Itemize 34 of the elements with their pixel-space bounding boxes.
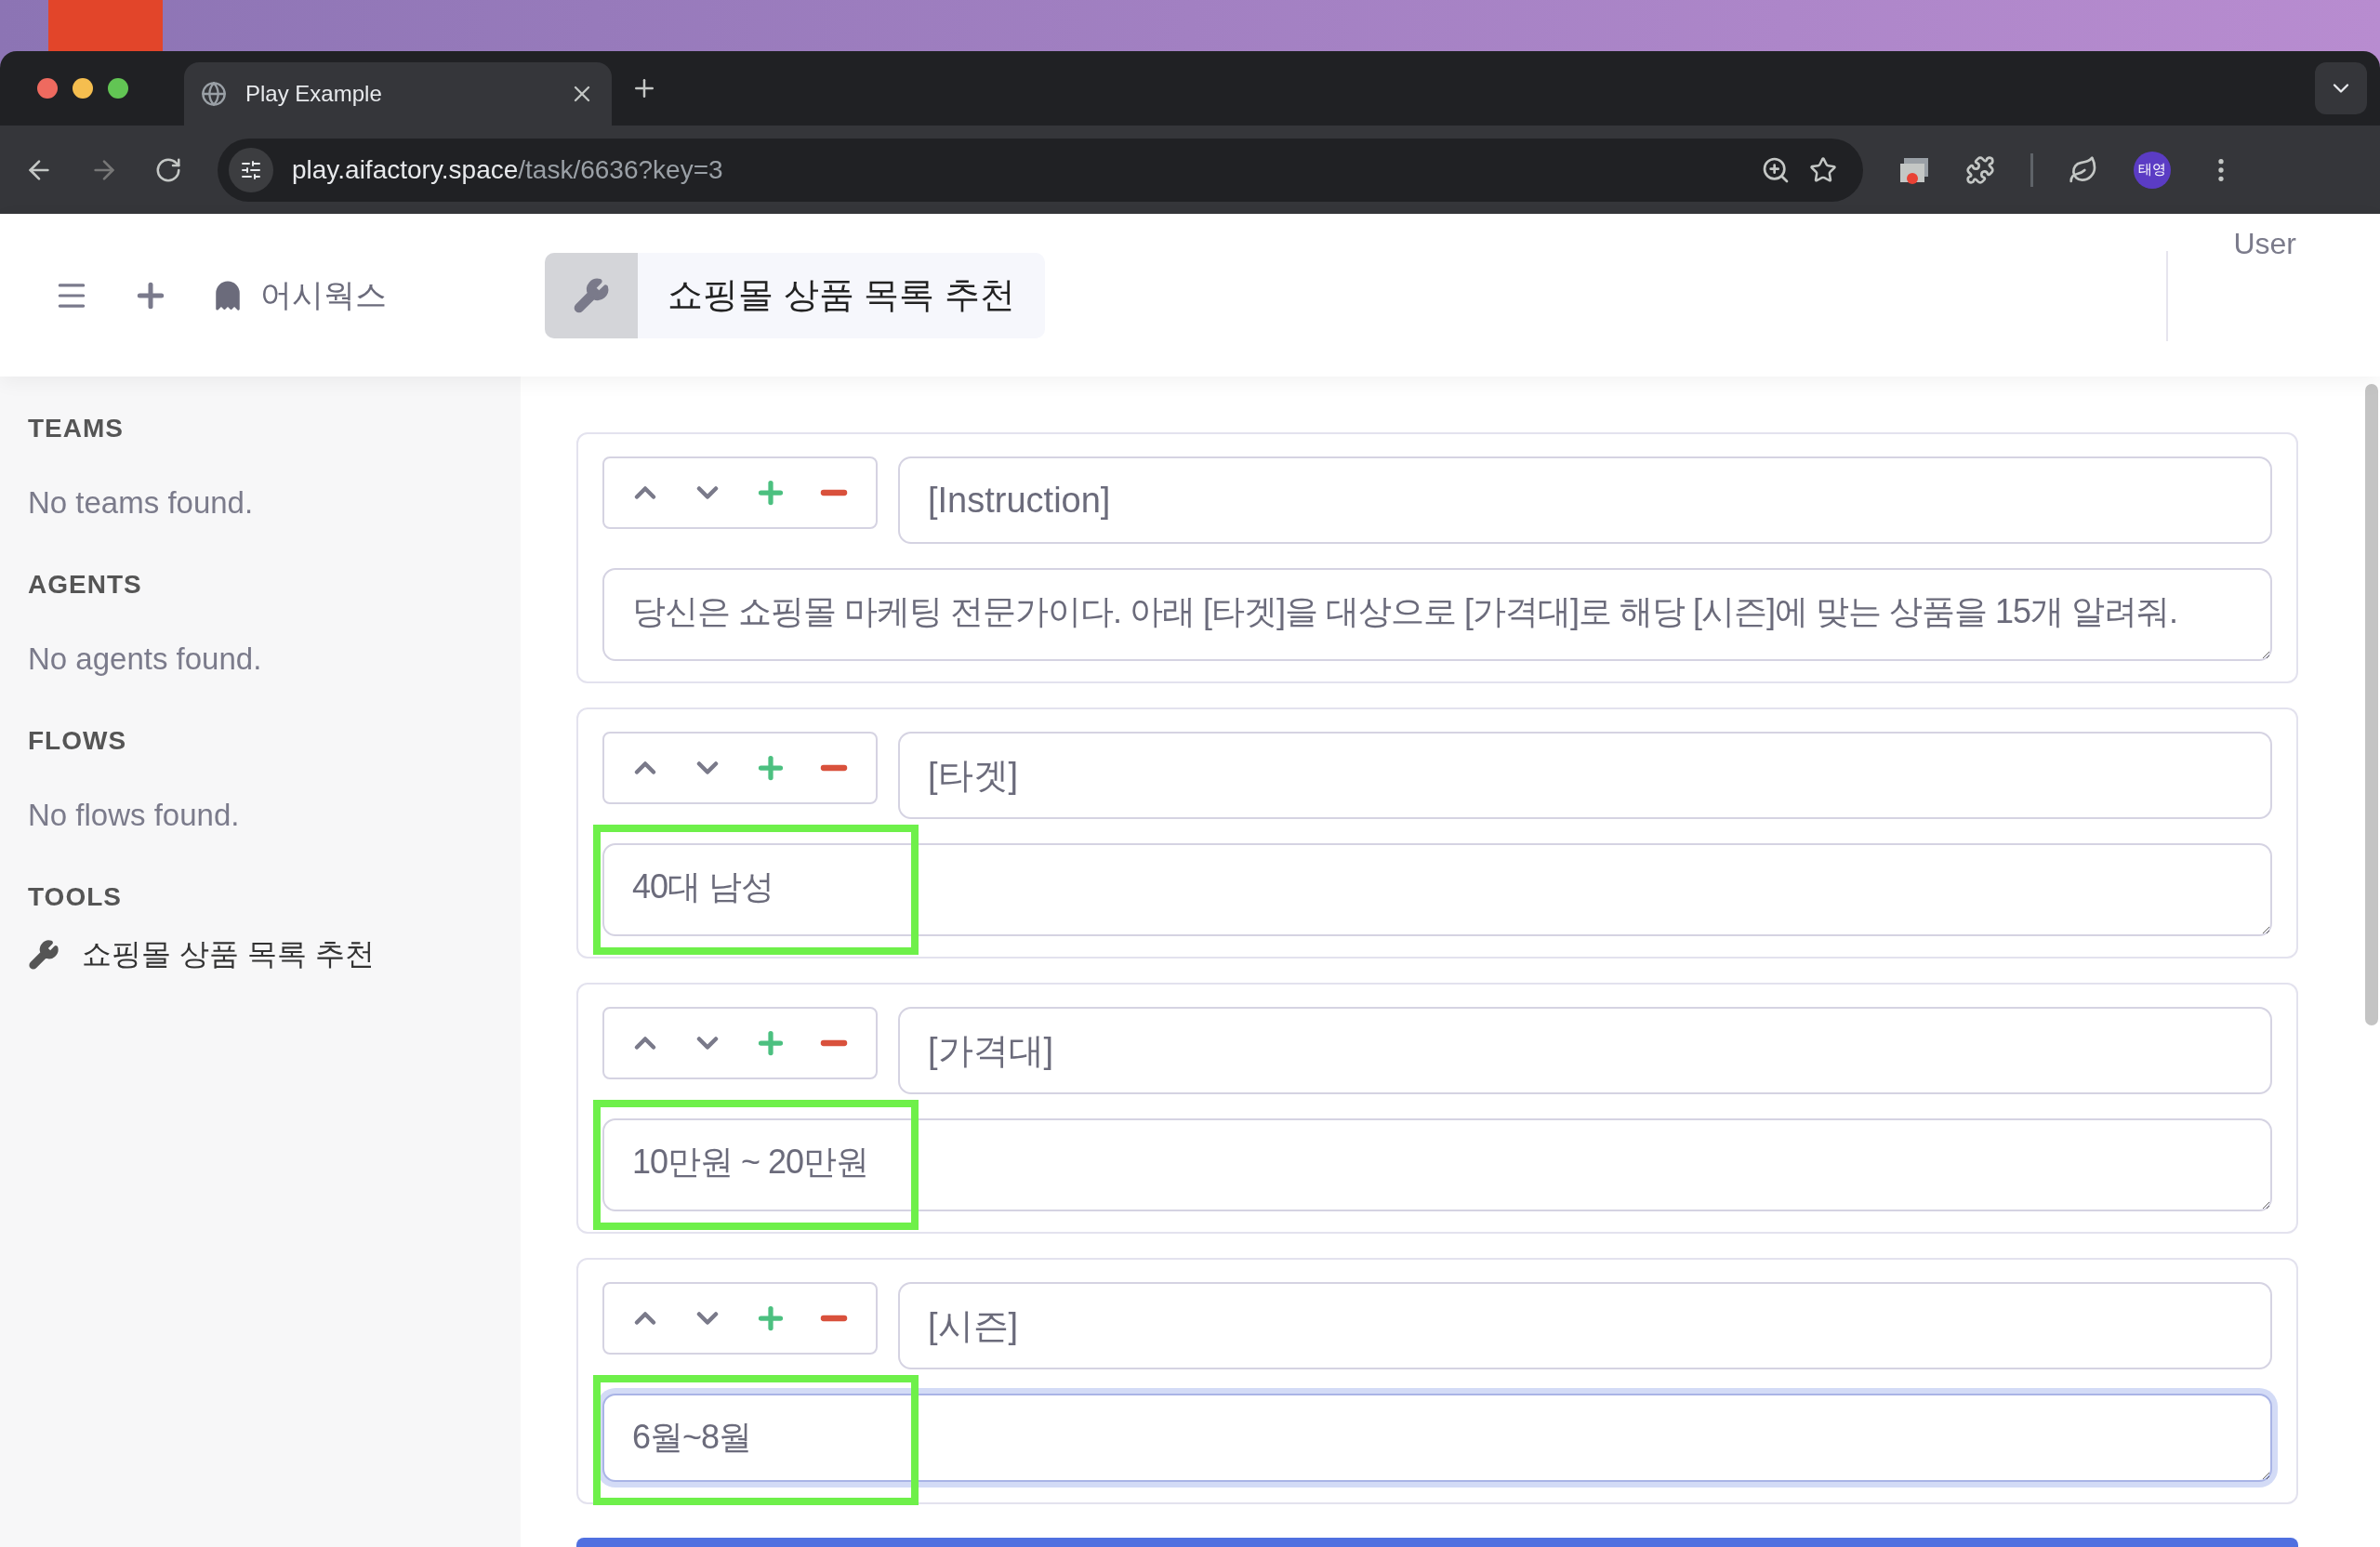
browser-tab[interactable]: Play Example (184, 62, 612, 126)
address-bar[interactable]: play.aifactory.space/task/6636?key=3 (218, 138, 1863, 202)
wrench-icon (28, 939, 60, 971)
section-heading: AGENTS (28, 568, 143, 601)
maximize-window-button[interactable] (108, 78, 128, 99)
user-menu[interactable]: User (2168, 214, 2380, 377)
title-field[interactable]: [타겟] (898, 732, 2272, 819)
tool-title: 쇼핑몰 상품 목록 추천 (667, 274, 1016, 316)
minimize-window-button[interactable] (73, 78, 93, 99)
value-field[interactable]: 10만원 ~ 20만원 (602, 1118, 2272, 1211)
scrollbar-thumb[interactable] (2365, 384, 2378, 1025)
leaf-icon[interactable] (2069, 154, 2098, 185)
value-field[interactable]: 당신은 쇼핑몰 마케팅 전문가이다. 아래 [타겟]을 대상으로 [가격대]로 해당 [시즌]에 맞는 상품을 15개 알려줘. (602, 568, 2272, 661)
media-icon[interactable] (1898, 155, 1930, 184)
title-field[interactable]: [가격대] (898, 1007, 2272, 1094)
close-window-button[interactable] (37, 78, 58, 99)
empty-message: No agents found. (28, 640, 263, 678)
value-field[interactable]: 40대 남성 (602, 843, 2272, 936)
profile-avatar[interactable]: 태영 (2134, 151, 2171, 189)
bookmark-star-icon[interactable] (1809, 155, 1837, 184)
value-field[interactable]: 6월~8월 (602, 1394, 2272, 1482)
tool-item[interactable]: 쇼핑몰 상품 목록 추천 (28, 922, 493, 987)
title-field[interactable]: [Instruction] (898, 456, 2272, 544)
puzzle-icon[interactable] (1965, 154, 1995, 185)
empty-message: No teams found. (28, 483, 255, 522)
globe-icon (201, 81, 227, 107)
section-heading: FLOWS (28, 724, 128, 757)
brand-name[interactable]: 어시웍스 (260, 273, 387, 317)
title-field[interactable]: [시즌] (898, 1282, 2272, 1369)
empty-message: No flows found. (28, 796, 241, 834)
section-heading: TOOLS (28, 880, 123, 913)
site-settings-icon[interactable] (229, 147, 273, 192)
wrench-icon (573, 276, 610, 314)
section-heading: TEAMS (28, 412, 125, 444)
